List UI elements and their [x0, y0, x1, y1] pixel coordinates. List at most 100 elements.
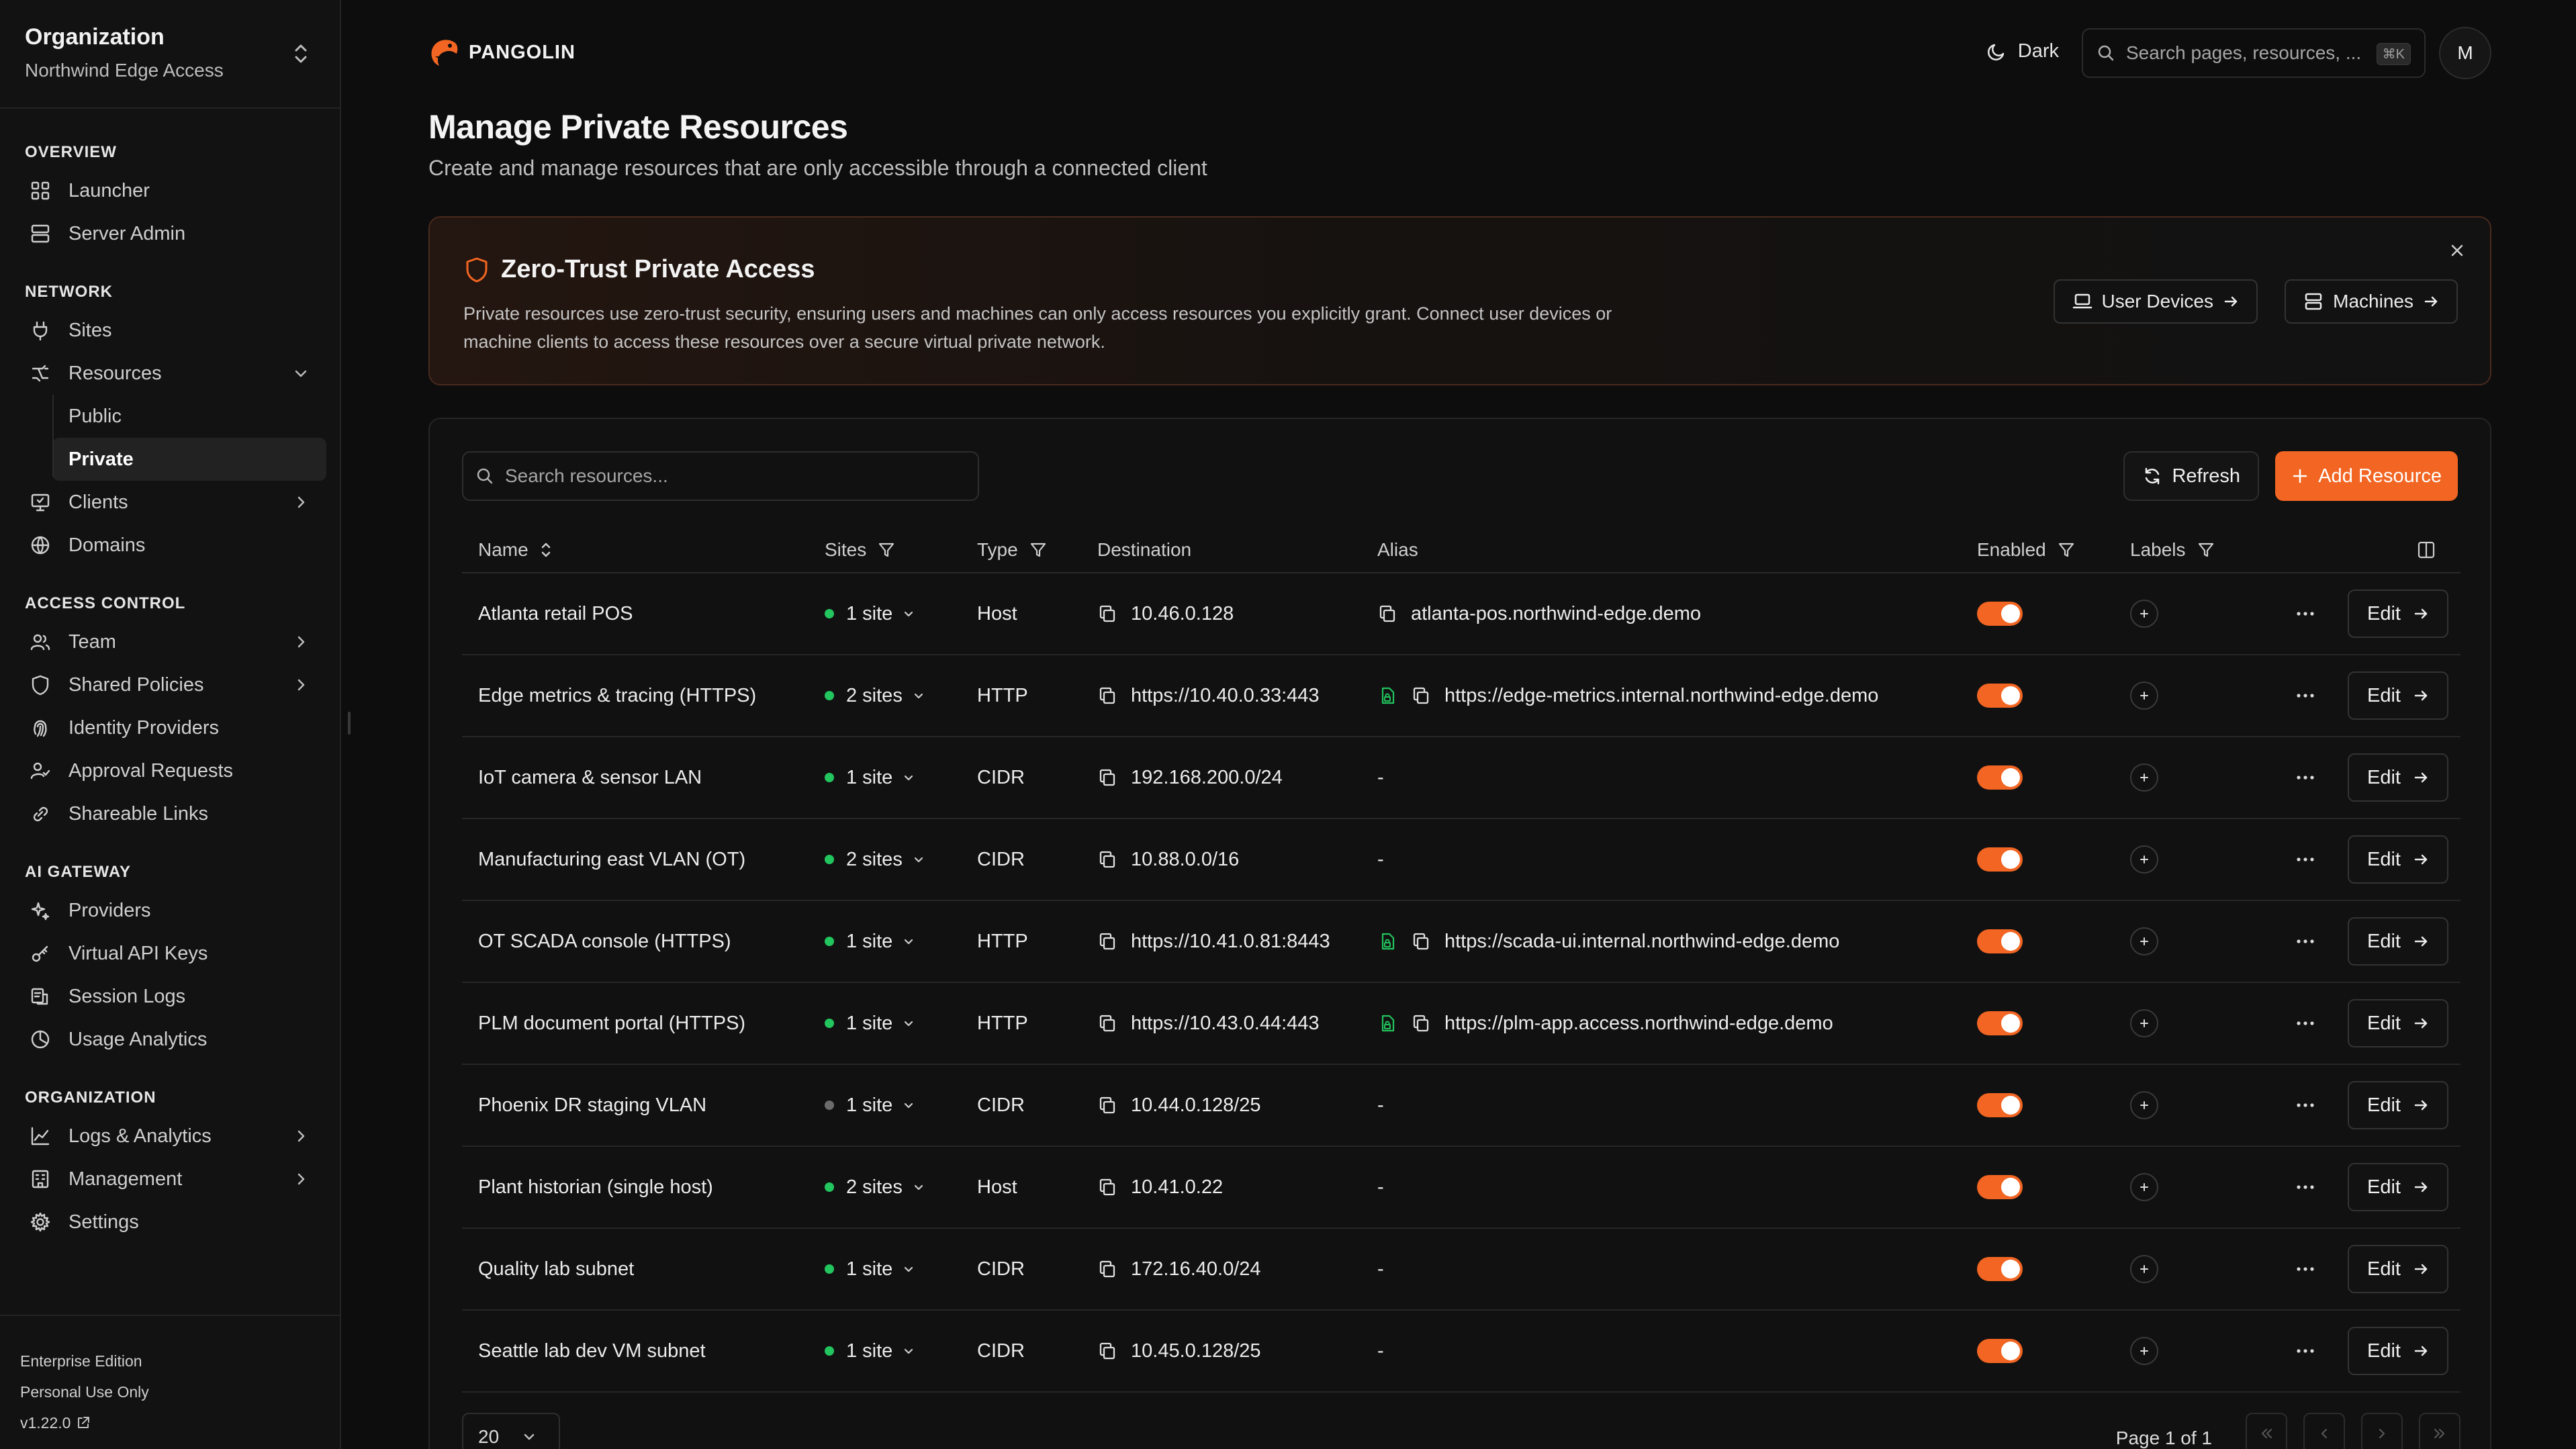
sidebar-item-shareable-links[interactable]: Shareable Links	[0, 792, 340, 835]
copy-icon[interactable]	[1097, 1177, 1117, 1197]
copy-icon[interactable]	[1097, 1341, 1117, 1361]
sites-dropdown[interactable]: 2 sites	[825, 819, 925, 900]
more-actions-icon[interactable]	[2295, 573, 2315, 654]
sites-dropdown[interactable]: 1 site	[825, 1229, 915, 1309]
edit-button[interactable]: Edit	[2348, 835, 2448, 884]
more-actions-icon[interactable]	[2295, 901, 2315, 982]
edit-button[interactable]: Edit	[2348, 1245, 2448, 1293]
sidebar-item-launcher[interactable]: Launcher	[0, 169, 340, 212]
refresh-button[interactable]: Refresh	[2123, 451, 2259, 501]
version-link[interactable]: v1.22.0	[20, 1407, 340, 1438]
close-icon[interactable]	[2448, 242, 2466, 259]
enabled-toggle[interactable]	[1977, 1339, 2023, 1363]
edit-button[interactable]: Edit	[2348, 590, 2448, 638]
sidebar-item-usage-analytics[interactable]: Usage Analytics	[0, 1018, 340, 1061]
sites-dropdown[interactable]: 2 sites	[825, 655, 925, 736]
add-label-button[interactable]	[2130, 763, 2158, 792]
enabled-toggle[interactable]	[1977, 1011, 2023, 1035]
add-label-button[interactable]	[2130, 682, 2158, 710]
copy-icon[interactable]	[1097, 686, 1117, 706]
edit-button[interactable]: Edit	[2348, 1327, 2448, 1375]
resource-search-input[interactable]: Search resources...	[462, 451, 979, 501]
sidebar-item-approval-requests[interactable]: Approval Requests	[0, 749, 340, 792]
previous-page-button[interactable]	[2303, 1413, 2345, 1449]
sidebar-item-sites[interactable]: Sites	[0, 309, 340, 352]
copy-icon[interactable]	[1377, 604, 1397, 624]
sidebar-item-server-admin[interactable]: Server Admin	[0, 212, 340, 255]
sidebar-resize-handle[interactable]	[348, 712, 351, 735]
last-page-button[interactable]	[2419, 1413, 2460, 1449]
enabled-toggle[interactable]	[1977, 1175, 2023, 1199]
edit-button[interactable]: Edit	[2348, 671, 2448, 720]
sites-dropdown[interactable]: 1 site	[825, 737, 915, 818]
sidebar-item-session-logs[interactable]: Session Logs	[0, 975, 340, 1018]
sites-dropdown[interactable]: 1 site	[825, 573, 915, 654]
copy-icon[interactable]	[1097, 1095, 1117, 1115]
next-page-button[interactable]	[2361, 1413, 2403, 1449]
sidebar-item-providers[interactable]: Providers	[0, 889, 340, 932]
brand-logo[interactable]: PANGOLIN	[428, 36, 576, 68]
copy-icon[interactable]	[1097, 604, 1117, 624]
more-actions-icon[interactable]	[2295, 1147, 2315, 1227]
more-actions-icon[interactable]	[2295, 1311, 2315, 1391]
copy-icon[interactable]	[1411, 1013, 1431, 1033]
add-label-button[interactable]	[2130, 1009, 2158, 1037]
more-actions-icon[interactable]	[2295, 737, 2315, 818]
first-page-button[interactable]	[2246, 1413, 2287, 1449]
sites-dropdown[interactable]: 1 site	[825, 1311, 915, 1391]
sidebar-subitem-public[interactable]: Public	[52, 395, 340, 438]
theme-toggle[interactable]: Dark	[1986, 40, 2059, 62]
copy-icon[interactable]	[1097, 849, 1117, 870]
column-enabled-header[interactable]: Enabled	[1977, 526, 2076, 573]
more-actions-icon[interactable]	[2295, 655, 2315, 736]
columns-toggle-icon[interactable]	[2416, 526, 2436, 573]
add-label-button[interactable]	[2130, 1173, 2158, 1201]
sites-dropdown[interactable]: 1 site	[825, 1065, 915, 1146]
more-actions-icon[interactable]	[2295, 1229, 2315, 1309]
enabled-toggle[interactable]	[1977, 1093, 2023, 1117]
enabled-toggle[interactable]	[1977, 847, 2023, 872]
sidebar-item-virtual-api-keys[interactable]: Virtual API Keys	[0, 932, 340, 975]
sidebar-item-identity-providers[interactable]: Identity Providers	[0, 706, 340, 749]
sidebar-item-shared-policies[interactable]: Shared Policies	[0, 663, 340, 706]
column-type-header[interactable]: Type	[977, 526, 1048, 573]
copy-icon[interactable]	[1411, 686, 1431, 706]
sites-dropdown[interactable]: 2 sites	[825, 1147, 925, 1227]
more-actions-icon[interactable]	[2295, 983, 2315, 1064]
column-sites-header[interactable]: Sites	[825, 526, 896, 573]
org-switcher[interactable]: Organization Northwind Edge Access	[0, 0, 340, 109]
copy-icon[interactable]	[1097, 931, 1117, 951]
enabled-toggle[interactable]	[1977, 684, 2023, 708]
column-name-header[interactable]: Name	[478, 526, 553, 573]
copy-icon[interactable]	[1097, 1013, 1117, 1033]
page-size-select[interactable]: 20	[462, 1413, 560, 1449]
edit-button[interactable]: Edit	[2348, 753, 2448, 802]
sidebar-item-settings[interactable]: Settings	[0, 1201, 340, 1244]
add-resource-button[interactable]: Add Resource	[2275, 451, 2458, 501]
sidebar-item-management[interactable]: Management	[0, 1158, 340, 1201]
sites-dropdown[interactable]: 1 site	[825, 983, 915, 1064]
copy-icon[interactable]	[1097, 1259, 1117, 1279]
sidebar-item-team[interactable]: Team	[0, 620, 340, 663]
user-avatar[interactable]: M	[2439, 27, 2491, 79]
more-actions-icon[interactable]	[2295, 819, 2315, 900]
copy-icon[interactable]	[1411, 931, 1431, 951]
enabled-toggle[interactable]	[1977, 765, 2023, 790]
add-label-button[interactable]	[2130, 927, 2158, 955]
add-label-button[interactable]	[2130, 600, 2158, 628]
copy-icon[interactable]	[1097, 767, 1117, 788]
sidebar-subitem-private[interactable]: Private	[52, 438, 326, 481]
add-label-button[interactable]	[2130, 1337, 2158, 1365]
edit-button[interactable]: Edit	[2348, 1163, 2448, 1211]
more-actions-icon[interactable]	[2295, 1065, 2315, 1146]
sidebar-item-domains[interactable]: Domains	[0, 524, 340, 567]
edit-button[interactable]: Edit	[2348, 1081, 2448, 1129]
edit-button[interactable]: Edit	[2348, 917, 2448, 966]
sidebar-item-resources[interactable]: Resources	[0, 352, 340, 395]
column-labels-header[interactable]: Labels	[2130, 526, 2215, 573]
add-label-button[interactable]	[2130, 1255, 2158, 1283]
enabled-toggle[interactable]	[1977, 602, 2023, 626]
sidebar-item-logs-and-analytics[interactable]: Logs & Analytics	[0, 1115, 340, 1158]
machines-button[interactable]: Machines	[2285, 279, 2458, 324]
global-search-input[interactable]: Search pages, resources, ... ⌘K	[2082, 28, 2426, 78]
